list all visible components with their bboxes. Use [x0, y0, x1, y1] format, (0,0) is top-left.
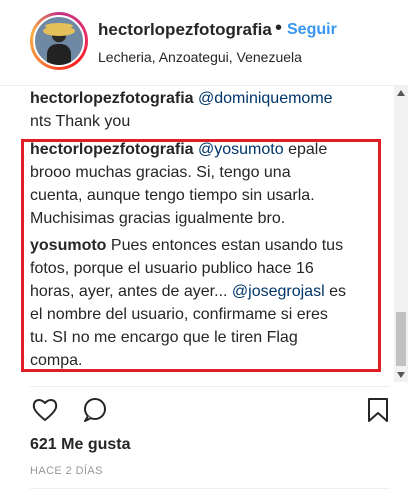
- post-username[interactable]: hectorlopezfotografia: [98, 20, 272, 40]
- likes-count[interactable]: 621 Me gusta: [30, 436, 130, 454]
- scroll-down-icon[interactable]: [397, 372, 405, 378]
- highlight-box: [21, 139, 381, 372]
- avatar-image: [33, 15, 85, 67]
- follow-separator: •: [275, 17, 283, 39]
- post-location[interactable]: Lecheria, Anzoategui, Venezuela: [98, 49, 302, 65]
- comment-username[interactable]: hectorlopezfotografia: [30, 90, 194, 107]
- heart-icon[interactable]: [31, 396, 59, 424]
- bookmark-icon[interactable]: [364, 396, 392, 424]
- post-header: hectorlopezfotografia • Seguir Lecheria,…: [0, 0, 408, 86]
- post-time[interactable]: HACE 2 DÍAS: [30, 465, 103, 477]
- comment-item: hectorlopezfotografia @dominiquemome nts…: [30, 87, 333, 133]
- comment-icon[interactable]: [81, 396, 109, 424]
- comment-text: nts Thank you: [30, 113, 131, 130]
- scroll-up-icon[interactable]: [397, 90, 405, 96]
- follow-button[interactable]: Seguir: [287, 21, 337, 39]
- divider: [30, 488, 390, 489]
- divider: [30, 386, 390, 387]
- scrollbar-thumb[interactable]: [396, 312, 406, 366]
- avatar[interactable]: [30, 12, 88, 70]
- comment-mention[interactable]: @dominiquemome: [198, 90, 333, 107]
